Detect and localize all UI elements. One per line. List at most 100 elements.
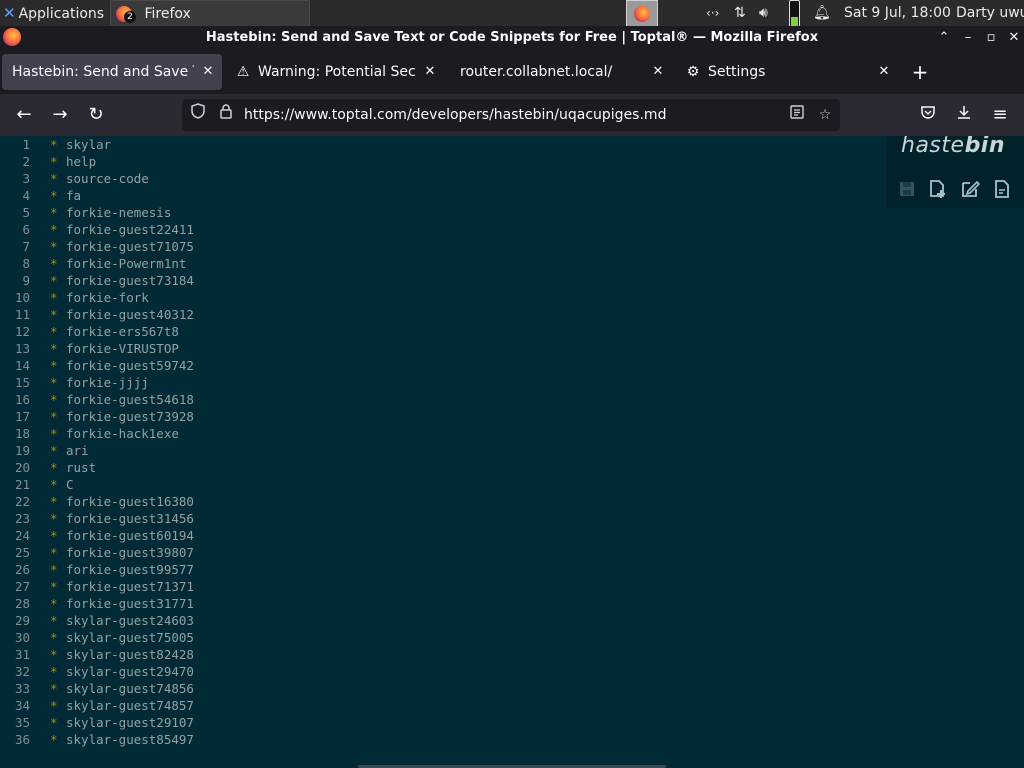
- minimize-button[interactable]: –: [958, 26, 978, 50]
- list-bullet: *: [50, 477, 58, 492]
- list-bullet: *: [50, 460, 58, 475]
- pocket-icon[interactable]: [914, 101, 942, 129]
- line-number: 20: [14, 460, 30, 475]
- list-bullet: *: [50, 630, 58, 645]
- forward-button[interactable]: →: [46, 101, 74, 129]
- list-bullet: *: [50, 732, 58, 747]
- line-number: 18: [14, 426, 30, 441]
- new-tab-button[interactable]: +: [907, 54, 933, 90]
- transfer-arrows-icon[interactable]: ⇅: [734, 0, 746, 26]
- taskbar-firefox-button[interactable]: 2 Firefox: [110, 0, 310, 28]
- line-number: 26: [14, 562, 30, 577]
- line-number: 30: [14, 630, 30, 645]
- line-number: 22: [14, 494, 30, 509]
- close-tab-icon[interactable]: ✕: [876, 54, 892, 90]
- line-number: 16: [14, 392, 30, 407]
- code-line-text: forkie-guest39807: [66, 545, 194, 560]
- line-number: 34: [14, 698, 30, 713]
- line-number: 33: [14, 681, 30, 696]
- code-line-text: forkie-guest73184: [66, 273, 194, 288]
- bookmark-star-icon[interactable]: ☆: [814, 99, 836, 131]
- url-input[interactable]: [244, 99, 764, 131]
- save-icon[interactable]: [896, 178, 918, 200]
- list-bullet: *: [50, 239, 58, 254]
- restore-button[interactable]: ▫: [981, 26, 1001, 50]
- applications-menu-label: Applications: [18, 6, 105, 22]
- list-bullet: *: [50, 137, 58, 152]
- raw-text-icon[interactable]: [991, 178, 1013, 200]
- line-number: 15: [14, 375, 30, 390]
- line-number: 8: [22, 256, 30, 271]
- line-number: 2: [22, 154, 30, 169]
- window-titlebar: Hastebin: Send and Save Text or Code Sni…: [0, 26, 1024, 50]
- close-tab-icon[interactable]: ✕: [422, 54, 438, 90]
- navigation-toolbar: ← → ↻ ☆ ≡: [0, 94, 1024, 136]
- code-line-text: skylar: [66, 137, 112, 152]
- list-bullet: *: [50, 222, 58, 237]
- duplicate-edit-icon[interactable]: [959, 178, 981, 200]
- lock-icon[interactable]: [215, 99, 237, 131]
- maximize-up-button[interactable]: ⌃: [934, 26, 954, 50]
- list-bullet: *: [50, 358, 58, 373]
- line-number: 35: [14, 715, 30, 730]
- hamburger-menu-icon[interactable]: ≡: [986, 101, 1014, 129]
- line-number: 4: [22, 188, 30, 203]
- list-bullet: *: [50, 664, 58, 679]
- tab-label: Hastebin: Send and Save Text or Code Sni…: [12, 64, 194, 80]
- code-line-text: forkie-VIRUSTOP: [66, 341, 179, 356]
- desktop-top-panel: ✕ Applications 2 Firefox ‹·› ⇅ 🔊︎ 🔔︎ Sat …: [0, 0, 1024, 28]
- code-line-text: forkie-jjjj: [66, 375, 149, 390]
- tracking-shield-icon[interactable]: [187, 99, 209, 131]
- notification-bell-icon[interactable]: 🔔︎: [813, 0, 831, 26]
- window-count-badge: 2: [124, 11, 136, 23]
- reader-view-icon[interactable]: [786, 99, 808, 131]
- hastebin-page: 1 * skylar 2 * help 3 * source-code 4 * fa 5 * forkie-…: [0, 136, 1024, 768]
- line-number: 28: [14, 596, 30, 611]
- list-bullet: *: [50, 307, 58, 322]
- reload-button[interactable]: ↻: [82, 101, 110, 129]
- tab-hastebin[interactable]: Hastebin: Send and Save Text or Code Sni…: [2, 54, 222, 90]
- workspace-switcher[interactable]: [626, 0, 658, 28]
- code-line-text: forkie-guest59742: [66, 358, 194, 373]
- applications-menu[interactable]: ✕ Applications: [0, 0, 104, 26]
- new-document-icon[interactable]: [927, 178, 949, 200]
- close-tab-icon[interactable]: ✕: [200, 54, 216, 90]
- code-line-text: forkie-ers567t8: [66, 324, 179, 339]
- list-bullet: *: [50, 715, 58, 730]
- list-bullet: *: [50, 392, 58, 407]
- list-bullet: *: [50, 324, 58, 339]
- list-bullet: *: [50, 698, 58, 713]
- list-bullet: *: [50, 154, 58, 169]
- code-line-text: forkie-guest31456: [66, 511, 194, 526]
- line-number: 13: [14, 341, 30, 356]
- line-number: 23: [14, 511, 30, 526]
- code-line-text: skylar-guest75005: [66, 630, 194, 645]
- list-bullet: *: [50, 494, 58, 509]
- list-bullet: *: [50, 443, 58, 458]
- line-number: 5: [22, 205, 30, 220]
- line-number: 17: [14, 409, 30, 424]
- user-menu[interactable]: Darty uwu: [956, 0, 1024, 26]
- line-number: 25: [14, 545, 30, 560]
- tab-router[interactable]: router.collabnet.local/ ✕: [450, 54, 672, 90]
- line-number: 6: [22, 222, 30, 237]
- close-window-button[interactable]: ✕: [1004, 26, 1024, 50]
- url-bar[interactable]: ☆: [182, 99, 840, 131]
- tab-settings[interactable]: ⚙ Settings ✕: [676, 54, 898, 90]
- line-number: 36: [14, 732, 30, 747]
- line-number: 9: [22, 273, 30, 288]
- taskbar-firefox-label: Firefox: [144, 6, 191, 22]
- tab-warning[interactable]: ⚠ Warning: Potential Security Risk Ahead…: [226, 54, 444, 90]
- code-line-text: forkie-guest71371: [66, 579, 194, 594]
- line-number: 29: [14, 613, 30, 628]
- tab-label: Settings: [708, 64, 766, 80]
- line-number: 11: [14, 307, 30, 322]
- downloads-icon[interactable]: [950, 101, 978, 129]
- network-icon[interactable]: ‹·›: [706, 0, 719, 26]
- volume-icon[interactable]: 🔊︎: [759, 0, 768, 26]
- line-number: 32: [14, 664, 30, 679]
- close-tab-icon[interactable]: ✕: [650, 54, 666, 90]
- back-button[interactable]: ←: [10, 101, 38, 129]
- clock[interactable]: Sat 9 Jul, 18:00: [844, 0, 951, 26]
- battery-icon[interactable]: [789, 0, 800, 28]
